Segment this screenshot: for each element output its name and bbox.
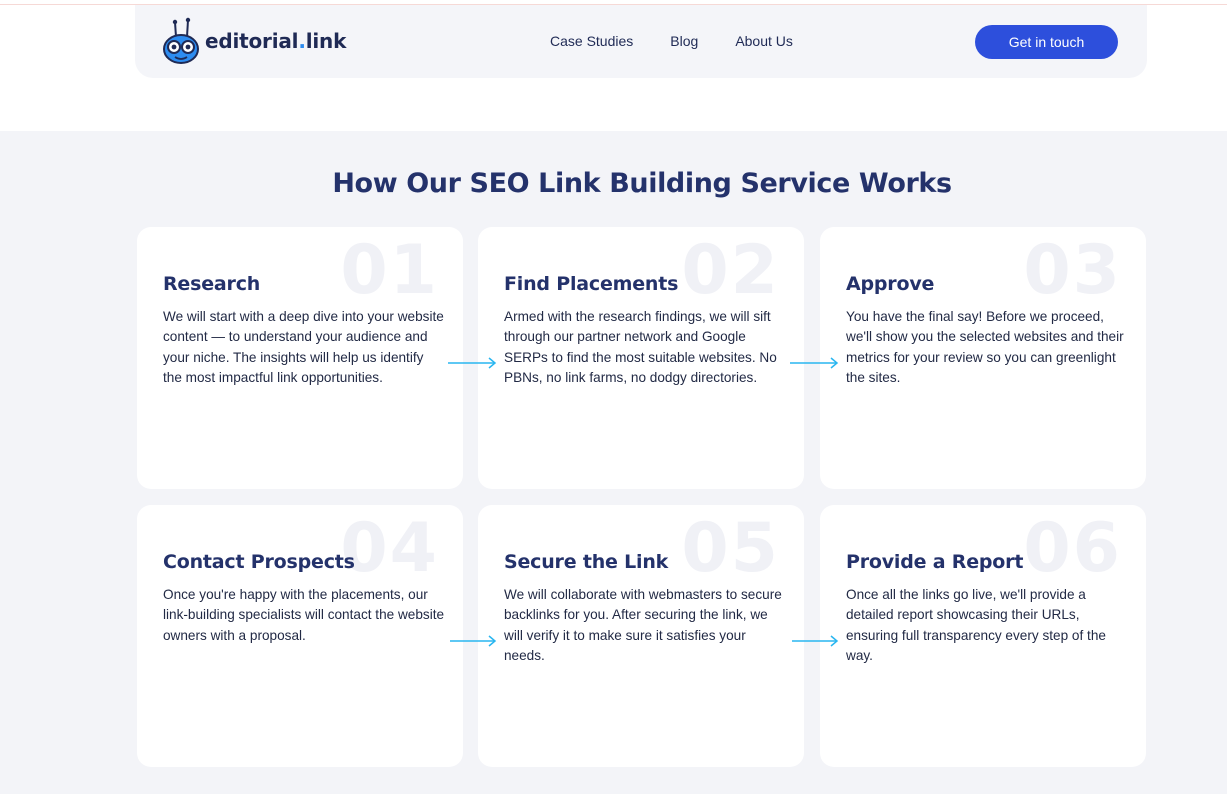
step-card-research: 01 Research We will start with a deep di… <box>137 227 463 489</box>
step-number: 05 <box>681 509 780 588</box>
nav-blog[interactable]: Blog <box>670 33 698 49</box>
step-number: 03 <box>1023 231 1122 310</box>
logo-link[interactable]: editorial.link <box>163 17 346 65</box>
step-card-secure-link: 05 Secure the Link We will collaborate w… <box>478 505 804 767</box>
step-card-provide-report: 06 Provide a Report Once all the links g… <box>820 505 1146 767</box>
section-title: How Our SEO Link Building Service Works <box>332 168 952 199</box>
nav-case-studies[interactable]: Case Studies <box>550 33 633 49</box>
step-title: Contact Prospects <box>163 551 355 573</box>
step-title: Provide a Report <box>846 551 1024 573</box>
step-description: We will start with a deep dive into your… <box>163 309 444 385</box>
arrow-right-icon <box>790 357 839 369</box>
step-number: 04 <box>340 509 439 588</box>
get-in-touch-button[interactable]: Get in touch <box>975 25 1118 59</box>
arrow-right-icon <box>450 635 497 647</box>
logo-wordmark: editorial.link <box>205 29 347 53</box>
arrow-right-icon <box>448 357 497 369</box>
arrow-right-icon <box>792 635 839 647</box>
step-title: Find Placements <box>504 273 679 295</box>
robot-logo-icon <box>163 17 201 65</box>
step-title: Research <box>163 273 261 295</box>
step-title: Approve <box>846 273 935 295</box>
step-card-find-placements: 02 Find Placements Armed with the resear… <box>478 227 804 489</box>
step-card-contact-prospects: 04 Contact Prospects Once you're happy w… <box>137 505 463 767</box>
step-title: Secure the Link <box>504 551 669 573</box>
step-description: Once all the links go live, we'll provid… <box>846 587 1106 663</box>
step-card-approve: 03 Approve You have the final say! Befor… <box>820 227 1146 489</box>
step-description: We will collaborate with webmasters to s… <box>504 587 782 663</box>
step-number: 06 <box>1023 509 1122 588</box>
step-number: 02 <box>681 231 780 310</box>
step-description: Armed with the research findings, we wil… <box>504 309 777 385</box>
main-nav: Case Studies Blog About Us <box>550 33 830 49</box>
site-header: editorial.link Case Studies Blog About U… <box>135 5 1147 78</box>
step-description: You have the final say! Before we procee… <box>846 309 1124 385</box>
how-it-works-section: How Our SEO Link Building Service Works … <box>0 131 1227 794</box>
step-number: 01 <box>340 231 439 310</box>
nav-about-us[interactable]: About Us <box>735 33 793 49</box>
step-description: Once you're happy with the placements, o… <box>163 587 445 643</box>
